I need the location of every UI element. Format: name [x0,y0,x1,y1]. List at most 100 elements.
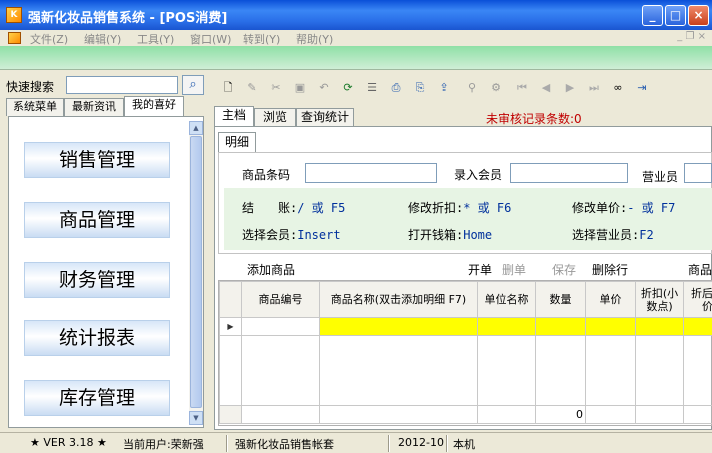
binoculars-icon[interactable]: ∞ [610,80,626,96]
prev-icon[interactable]: ◀ [538,80,554,96]
menu-tools[interactable]: 工具(Y) [137,31,174,47]
undo-icon[interactable]: ↶ [316,80,332,96]
total-row: 0 [219,405,712,424]
exit-icon[interactable]: ⇥ [634,80,650,96]
cell-discounted-price[interactable] [683,317,712,336]
cell-quantity[interactable] [535,317,586,336]
pending-records-status: 未审核记录条数:0 [486,112,582,126]
cell-discount[interactable] [635,317,684,336]
menu-window[interactable]: 窗口(W) [190,31,231,47]
doc-icon [8,32,21,44]
col-unit-name[interactable]: 单位名称 [477,281,536,318]
minimize-button[interactable]: _ [642,5,663,26]
list-icon[interactable]: ☰ [364,80,380,96]
last-icon[interactable]: ⏭ [586,80,602,96]
nav-statistics-report[interactable]: 统计报表 [24,320,170,356]
save-icon[interactable]: ▣ [292,80,308,96]
tab-detail[interactable]: 明细 [218,132,256,152]
tab-query-stats[interactable]: 查询统计 [296,108,354,126]
export-icon[interactable]: ⇪ [436,80,452,96]
clerk-input[interactable] [684,163,712,183]
app-logo-icon: K [6,7,22,23]
tab-browse[interactable]: 浏览 [254,108,296,126]
mdi-window-controls[interactable]: _ ❐ × [677,31,706,42]
tab-master[interactable]: 主档 [214,106,254,126]
print-icon[interactable]: ⎘ [412,80,428,96]
add-goods-button[interactable]: 添加商品 [247,261,295,278]
window-title: 强新化妆品销售系统 - [POS消费] [28,11,228,26]
menu-goto[interactable]: 转到(Y) [243,31,280,47]
host-text: 本机 [453,438,475,451]
next-icon[interactable]: ▶ [562,80,578,96]
nav-scrollbar[interactable]: ▲ ▼ [189,121,203,425]
col-unit-price[interactable]: 单价 [585,281,636,318]
col-discounted-price[interactable]: 折后单价 [683,281,712,318]
delete-row-button[interactable]: 删除行 [592,261,628,278]
scroll-down-icon[interactable]: ▼ [189,411,203,425]
search-icon[interactable]: ⌕ [182,75,204,95]
open-order-button[interactable]: 开单 [468,261,492,278]
tab-system-menu[interactable]: 系统菜单 [6,98,64,116]
preview-icon[interactable]: ⎙ [388,80,404,96]
barcode-label: 商品条码 [242,168,291,182]
close-button[interactable]: × [688,5,709,26]
refresh-icon[interactable]: ⟳ [340,80,356,96]
cell-unit-price[interactable] [585,317,636,336]
hint-discount: 修改折扣:* 或 F6 [408,201,512,215]
empty-area-row [219,335,712,406]
hint-checkout: 结 账:/ 或 F5 [242,201,346,215]
nav-inventory-management[interactable]: 库存管理 [24,380,170,416]
col-discount[interactable]: 折扣(小数点) [635,281,684,318]
status-divider [388,435,390,452]
cell-unit-name[interactable] [477,317,536,336]
col-quantity[interactable]: 数量 [535,281,586,318]
hint-unit-price: 修改单价:- 或 F7 [572,201,676,215]
cell-goods-code[interactable] [241,317,320,336]
current-row-arrow-icon: ▶ [219,317,242,336]
cut-icon[interactable]: ✂ [268,80,284,96]
grid-toolbar: 添加商品 开单 删单 保存 删除行 商品 [218,257,712,279]
first-icon[interactable]: ⏮ [514,80,530,96]
nav-goods-management[interactable]: 商品管理 [24,202,170,238]
col-goods-name[interactable]: 商品名称(双击添加明细 F7) [319,281,478,318]
version-text: ★ VER 3.18 ★ [30,436,107,449]
shortcut-hints: 结 账:/ 或 F5 修改折扣:* 或 F6 修改单价:- 或 F7 选择会员:… [224,188,712,250]
nav-finance-management[interactable]: 财务管理 [24,262,170,298]
col-goods-code[interactable]: 商品编号 [241,281,320,318]
new-icon[interactable]: 🗋 [220,80,236,96]
goods-button[interactable]: 商品 [688,261,712,278]
status-divider [226,435,228,452]
save-order-button[interactable]: 保存 [552,261,576,278]
menu-edit[interactable]: 编辑(Y) [84,31,121,47]
tab-news[interactable]: 最新资讯 [64,98,124,116]
maximize-button[interactable]: □ [665,5,686,26]
edit-icon[interactable]: ✎ [244,80,260,96]
cell-goods-name[interactable] [319,317,478,336]
total-quantity: 0 [535,405,586,424]
menu-bar: 文件(Z) 编辑(Y) 工具(Y) 窗口(W) 转到(Y) 帮助(Y) _ ❐ … [0,30,712,46]
member-input[interactable] [510,163,628,183]
scroll-up-icon[interactable]: ▲ [189,121,203,135]
row-indicator-header [219,281,242,318]
toolbar: 🗋 ✎ ✂ ▣ ↶ ⟳ ☰ ⎙ ⎘ ⇪ ⚲ ⚙ ⏮ ◀ ▶ ⏭ ∞ ⇥ [216,76,712,100]
search-label: 快速搜索 [6,80,55,94]
tab-favorites[interactable]: 我的喜好 [124,96,184,116]
scroll-thumb[interactable] [190,136,202,408]
current-user: 当前用户:荣新强 [123,438,204,451]
nav-sales-management[interactable]: 销售管理 [24,142,170,178]
menu-file[interactable]: 文件(Z) [30,31,68,47]
filter-icon[interactable]: ⚲ [464,80,480,96]
detail-grid[interactable]: 商品编号 商品名称(双击添加明细 F7) 单位名称 数量 单价 折扣(小数点) … [218,280,712,426]
hint-open-drawer: 打开钱箱:Home [408,228,493,242]
hint-select-member: 选择会员:Insert [242,228,341,242]
menu-help[interactable]: 帮助(Y) [296,31,333,47]
barcode-input[interactable] [305,163,437,183]
clerk-label: 营业员 [642,170,679,184]
search-input[interactable] [66,76,178,94]
settings-icon[interactable]: ⚙ [488,80,504,96]
period-text: 2012-10 [398,436,444,449]
status-bar: ★ VER 3.18 ★ 当前用户:荣新强 强新化妆品销售帐套 2012-10 … [0,432,712,453]
table-row[interactable]: ▶ [219,317,712,336]
header-band [0,46,712,70]
delete-order-button[interactable]: 删单 [502,261,526,278]
